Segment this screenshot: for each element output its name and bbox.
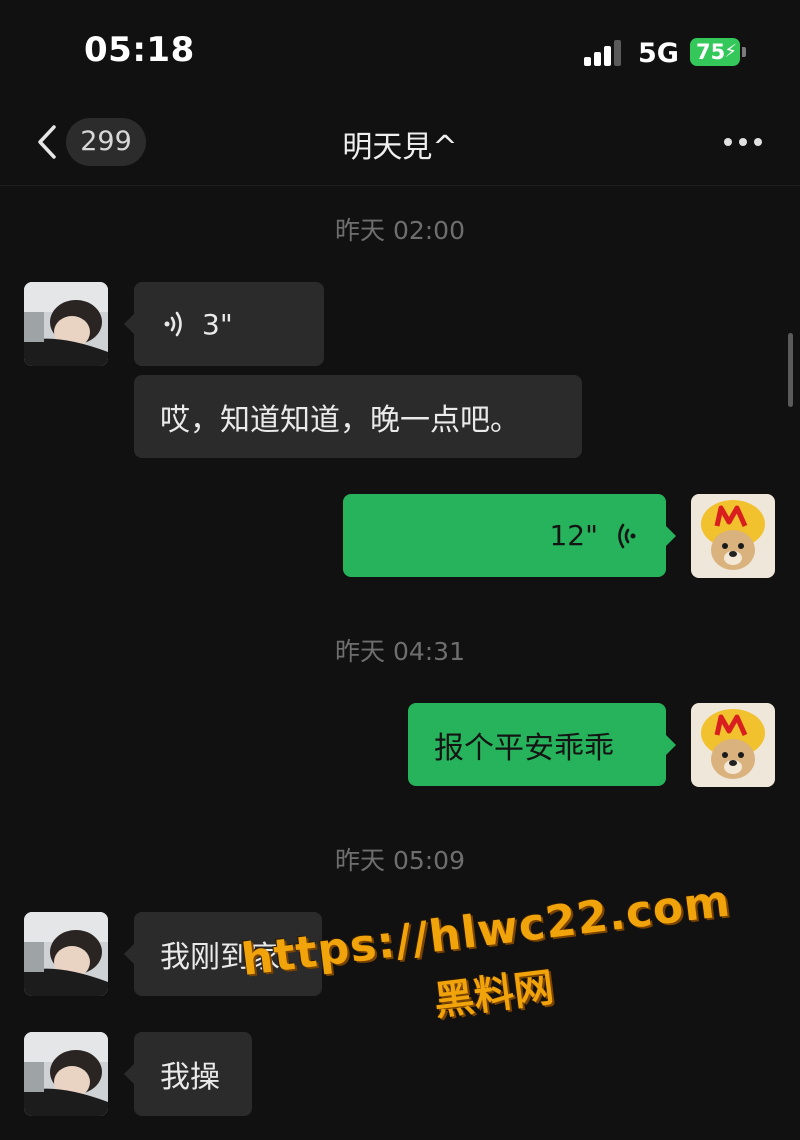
voice-duration: 3" [202,307,233,341]
battery-icon: 75 ⚡ [690,38,740,66]
status-time: 05:18 [84,30,195,70]
user-avatar[interactable] [691,494,775,578]
time-separator: 昨天 04:31 [335,637,465,666]
time-separator: 昨天 02:00 [335,216,465,245]
network-type: 5G [638,38,679,69]
voice-message-bubble[interactable]: 12" [343,494,676,577]
voice-message-bubble[interactable]: 3" [124,282,324,366]
message-bubble[interactable]: 我操 [124,1032,252,1116]
voice-duration: 12" [549,519,598,552]
user-avatar[interactable] [691,703,775,787]
signal-icon [584,40,626,66]
contact-avatar[interactable] [24,912,108,996]
message-bubble[interactable]: 报个平安乖乖 [408,703,676,786]
chat-header: 299 明天見^ [0,100,800,186]
voice-wave-icon [618,523,636,548]
watermark: https://hlwc22.com 黑料网 [235,875,745,1050]
chat-title: 明天見^ [342,130,458,165]
charging-bolt-icon: ⚡ [724,41,737,62]
battery-level: 75 [696,40,726,64]
contact-avatar[interactable] [24,1032,108,1116]
more-icon[interactable] [724,138,764,148]
scrollbar[interactable] [788,333,793,407]
message-bubble[interactable]: 哎，知道知道，晚一点吧。 [134,375,582,458]
time-separator: 昨天 05:09 [335,846,465,875]
voice-wave-icon [164,311,182,337]
battery-tip [742,47,746,57]
status-bar: 05:18 5G 75 ⚡ [0,0,800,100]
contact-avatar[interactable] [24,282,108,366]
